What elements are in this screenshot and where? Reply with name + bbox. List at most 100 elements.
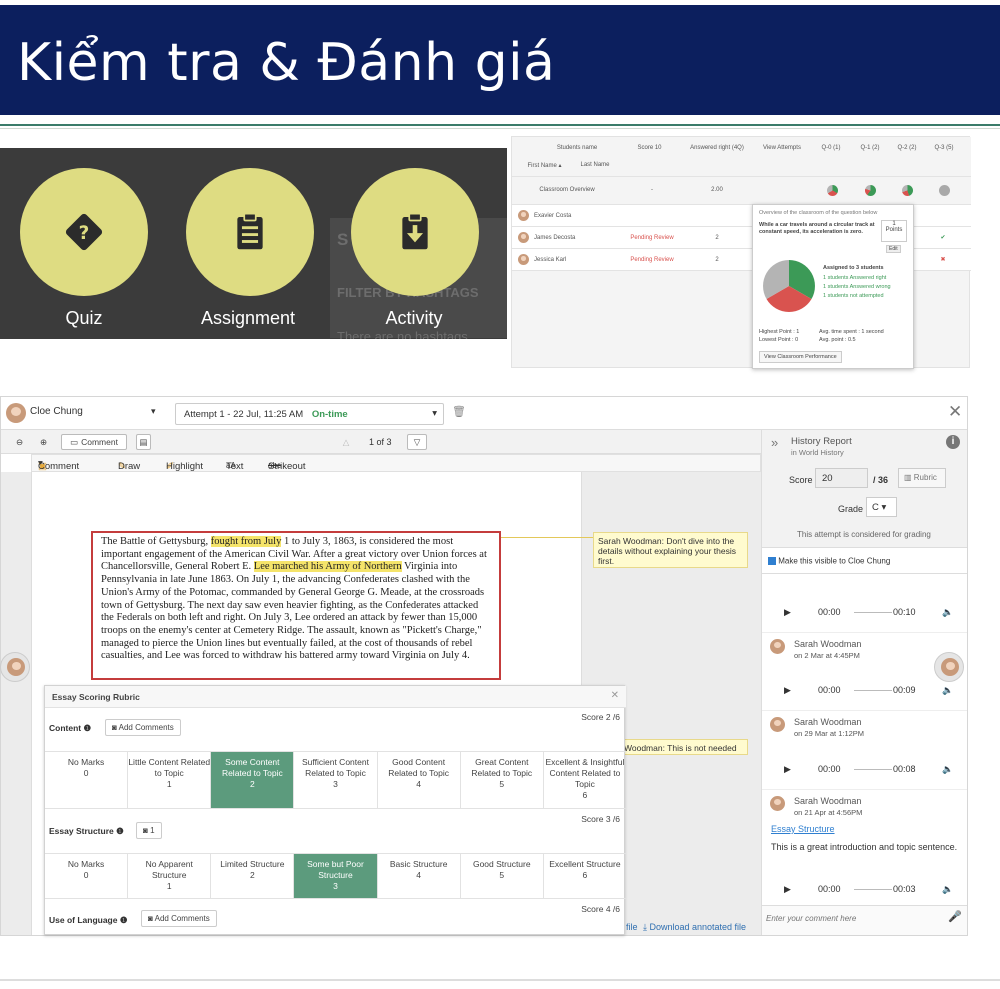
score-input[interactable]: 20 xyxy=(815,468,868,488)
trash-icon[interactable]: 🗑 xyxy=(452,405,466,418)
audio-progress[interactable] xyxy=(854,769,892,770)
comment-toggle-button[interactable]: ▭ Comment xyxy=(61,434,127,450)
rubric-level[interactable]: Good Content Related to Topic 4 xyxy=(378,752,461,808)
rubric-button[interactable]: ▥ Rubric xyxy=(898,468,946,488)
attempt-select[interactable]: Attempt 1 - 22 Jul, 11:25 AM On-time ▾ xyxy=(175,403,444,425)
info-icon[interactable]: i xyxy=(946,435,960,449)
avatar xyxy=(770,639,785,654)
audio-progress[interactable] xyxy=(854,690,892,691)
rubric-level[interactable]: Good Structure 5 xyxy=(461,854,544,898)
level-label: Some Content Related to Topic xyxy=(221,757,283,778)
audio-end: 00:08 xyxy=(893,764,916,774)
annotation-note[interactable]: Woodman: This is not needed xyxy=(620,739,748,755)
info-icon[interactable]: ❶ xyxy=(116,826,124,836)
level-label: Good Content Related to Topic xyxy=(388,757,450,778)
microphone-icon[interactable]: 🎤 xyxy=(948,910,962,923)
rubric-level[interactable]: No Marks 0 xyxy=(45,854,129,898)
info-icon[interactable]: ❶ xyxy=(83,723,91,733)
close-icon[interactable]: ✕ xyxy=(611,690,619,701)
play-icon[interactable]: ▶ xyxy=(784,607,791,618)
content-label: Content ❶ xyxy=(49,723,91,734)
volume-icon[interactable]: 🔈 xyxy=(942,607,953,618)
zoom-in-icon[interactable]: ⊕ xyxy=(35,434,52,450)
audio-progress[interactable] xyxy=(854,889,892,890)
rubric-level[interactable]: Basic Structure 4 xyxy=(378,854,461,898)
prev-page-icon[interactable]: △ xyxy=(337,434,355,450)
quiz-label: Quiz xyxy=(65,308,103,328)
play-icon[interactable]: ▶ xyxy=(784,764,791,775)
q0-pie[interactable] xyxy=(827,185,838,196)
svg-text:?: ? xyxy=(79,223,90,244)
rubric-level-selected[interactable]: Some Content Related to Topic 2 xyxy=(211,752,295,808)
rubric-level[interactable]: Little Content Related to Topic 1 xyxy=(128,752,212,808)
answers-pie-chart xyxy=(763,260,815,312)
grade-select[interactable]: C ▾ xyxy=(866,497,897,517)
q2-pie[interactable] xyxy=(902,185,913,196)
info-icon[interactable]: ❶ xyxy=(120,915,128,925)
comment-item: Sarah Woodman on 29 Mar at 1:12PM xyxy=(762,710,967,750)
annot-strikeout-label: Strikeout xyxy=(268,461,306,472)
view-performance-button[interactable]: View Classroom Performance xyxy=(759,351,842,363)
col-last-name[interactable]: Last Name xyxy=(570,162,620,168)
q3-pie[interactable] xyxy=(939,185,950,196)
level-points: 3 xyxy=(333,779,338,789)
passage-segment: Virginia into Pennsylvania in late June … xyxy=(101,561,485,662)
grading-note: This attempt is considered for grading xyxy=(797,530,931,539)
volume-icon[interactable]: 🔈 xyxy=(942,685,953,696)
annot-comment-tool[interactable]: ▣ Comment ▾ xyxy=(38,458,79,472)
volume-icon[interactable]: 🔈 xyxy=(942,764,953,775)
student-name[interactable]: Cloe Chung xyxy=(30,406,83,417)
overview-label[interactable]: Classroom Overview xyxy=(532,187,602,193)
rubric-level[interactable]: Limited Structure 2 xyxy=(211,854,295,898)
rubric-level[interactable]: Sufficient Content Related to Topic 3 xyxy=(294,752,378,808)
close-icon[interactable]: ✕ xyxy=(948,402,962,422)
q1-pie[interactable] xyxy=(865,185,876,196)
add-comments-button[interactable]: ◙ Add Comments xyxy=(105,719,181,736)
zoom-out-icon[interactable]: ⊖ xyxy=(11,434,28,450)
play-icon[interactable]: ▶ xyxy=(784,685,791,696)
annotation-note[interactable]: Sarah Woodman: Don't dive into the detai… xyxy=(593,532,748,568)
quiz-button[interactable]: ? xyxy=(20,168,148,296)
assignment-button[interactable] xyxy=(186,168,314,296)
rubric-level[interactable]: No Marks 0 xyxy=(45,752,129,808)
rubric-level[interactable]: Great Content Related to Topic 5 xyxy=(461,752,544,808)
grader-topbar: Cloe Chung ▾ Attempt 1 - 22 Jul, 11:25 A… xyxy=(1,397,967,430)
rubric-level[interactable]: No Apparent Structure 1 xyxy=(128,854,212,898)
next-page-icon[interactable]: ▽ xyxy=(407,434,427,450)
prev-student-button[interactable] xyxy=(0,652,30,682)
annot-draw-label: Draw xyxy=(118,461,141,472)
rubric-level-selected[interactable]: Some but Poor Structure 3 xyxy=(294,854,378,898)
level-points: 0 xyxy=(83,870,89,880)
passage-highlight[interactable]: Lee marched his Army of Northern xyxy=(253,561,402,573)
comment-rubric-link[interactable]: Essay Structure xyxy=(771,824,835,834)
comment-input[interactable] xyxy=(766,910,941,926)
rubric-level[interactable]: Excellent & Insightful Content Related t… xyxy=(544,752,626,808)
next-student-button[interactable] xyxy=(934,652,964,682)
audio-progress[interactable] xyxy=(854,612,892,613)
file-link[interactable]: file xyxy=(626,922,638,932)
essay-passage[interactable]: The Battle of Gettysburg, fought from Ju… xyxy=(91,531,501,680)
collapse-sidebar-icon[interactable]: » xyxy=(771,435,778,450)
play-icon[interactable]: ▶ xyxy=(784,884,791,895)
level-label: Good Structure xyxy=(472,859,531,869)
grading-sidebar: » History Report in World History i Scor… xyxy=(761,430,967,935)
annot-text-label: Text xyxy=(226,461,244,472)
add-comments-button[interactable]: ◙ Add Comments xyxy=(141,910,217,927)
page-icon[interactable]: ▤ xyxy=(136,434,151,450)
rubric-level[interactable]: Excellent Structure 6 xyxy=(544,854,626,898)
points-box[interactable]: 1 Points xyxy=(881,220,907,242)
edit-button[interactable]: Edit xyxy=(886,245,901,253)
score-label: Score xyxy=(789,475,813,485)
download-annotated-link[interactable]: ⤓ Download annotated file xyxy=(643,922,746,933)
passage-highlight[interactable]: fought from July xyxy=(210,536,282,547)
level-label: Excellent Structure xyxy=(549,859,621,869)
comment-author: Sarah Woodman xyxy=(794,796,862,806)
activity-button[interactable] xyxy=(351,168,479,296)
student-dropdown-icon[interactable]: ▾ xyxy=(151,406,156,417)
volume-icon[interactable]: 🔈 xyxy=(942,884,953,895)
avatar xyxy=(770,796,785,811)
level-label: Great Content Related to Topic xyxy=(471,757,533,778)
visible-checkbox[interactable] xyxy=(768,556,776,565)
comments-count-button[interactable]: ◙ 1 xyxy=(136,822,162,839)
col-first-name[interactable]: First Name ▴ xyxy=(517,162,572,169)
